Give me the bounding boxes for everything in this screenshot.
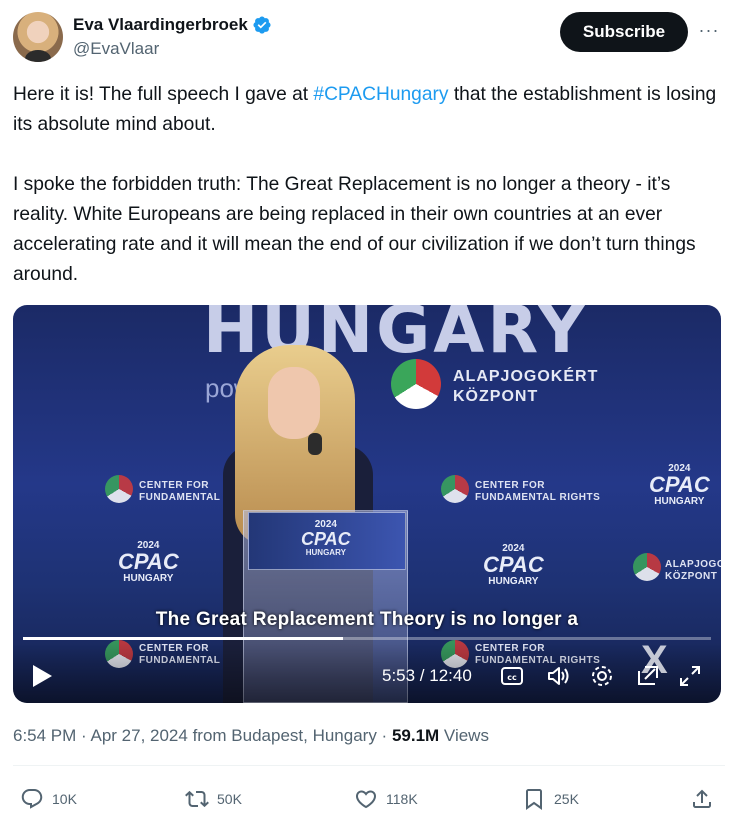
avatar[interactable]: [13, 12, 63, 62]
progress-bar[interactable]: [23, 637, 711, 640]
tweet-text: Here it is! The full speech I gave at #C…: [13, 80, 725, 290]
alapjogokert-logo: [391, 359, 441, 409]
play-icon[interactable]: [31, 664, 53, 688]
like-count: 118K: [386, 791, 418, 807]
cpac-word: CPAC: [301, 529, 351, 549]
volume-icon[interactable]: [545, 663, 571, 689]
cpac-country: HUNGARY: [123, 573, 174, 584]
cpac-logo: 2024 CPAC HUNGARY: [118, 540, 179, 584]
like-button[interactable]: 118K: [354, 787, 418, 811]
repost-icon: [185, 790, 209, 808]
repost-count: 50K: [217, 791, 242, 807]
cpac-country: HUNGARY: [654, 496, 705, 507]
bookmark-count: 25K: [554, 791, 579, 807]
wall-text-line: KÖZPONT: [665, 571, 718, 582]
author-handle[interactable]: @EvaVlaar: [73, 39, 159, 59]
reply-count: 10K: [52, 791, 77, 807]
wall-text-line: CENTER FOR: [475, 480, 545, 491]
hashtag-link[interactable]: #CPACHungary: [313, 84, 448, 105]
subscribe-button[interactable]: Subscribe: [560, 12, 688, 52]
wall-logo: [633, 553, 661, 581]
meta-separator: ·: [376, 726, 392, 745]
video-time: 5:53 / 12:40: [382, 666, 472, 685]
cpac-country: HUNGARY: [488, 576, 539, 587]
picture-in-picture-icon[interactable]: [635, 663, 661, 689]
heart-icon: [355, 790, 377, 809]
divider: [13, 765, 725, 766]
cpac-logo: 2024 CPAC HUNGARY: [649, 463, 710, 507]
captions-icon[interactable]: cc: [499, 663, 525, 689]
speaker-face: [268, 367, 320, 439]
wall-text-line: FUNDAMENTAL RIGHTS: [475, 492, 601, 503]
cpac-logo: 2024 CPAC HUNGARY: [301, 519, 351, 557]
reply-icon: [21, 789, 43, 809]
tweet-paragraph-1: Here it is! The full speech I gave at #C…: [13, 80, 725, 140]
cpac-word: CPAC: [118, 549, 179, 574]
wall-text-line: ALAPJOGOKÉRT: [665, 559, 721, 570]
video-subtitle: The Great Replacement Theory is no longe…: [155, 609, 579, 630]
bookmark-icon: [526, 789, 542, 810]
tweet-text-part: Here it is! The full speech I gave at: [13, 84, 314, 105]
cpac-logo: 2024 CPAC HUNGARY: [483, 543, 544, 587]
tweet-meta: 6:54 PM · Apr 27, 2024 from Budapest, Hu…: [13, 726, 489, 746]
podium-sign: 2024 CPAC HUNGARY: [248, 512, 406, 570]
repost-button[interactable]: 50K: [185, 787, 242, 811]
wall-logo: [105, 475, 133, 503]
verified-badge-icon: [253, 16, 271, 34]
microphone: [308, 433, 322, 455]
svg-text:cc: cc: [507, 673, 517, 682]
fullscreen-icon[interactable]: [677, 663, 703, 689]
alap-line-1: ALAPJOGOKÉRT: [453, 368, 599, 385]
cpac-word: CPAC: [483, 552, 544, 577]
alap-line-2: KÖZPONT: [453, 388, 539, 405]
wall-text: CENTER FOR FUNDAMENTAL: [139, 480, 220, 504]
more-options-icon[interactable]: ···: [697, 21, 721, 42]
meta-separator: ·: [76, 726, 91, 745]
share-icon: [693, 789, 711, 808]
video-player[interactable]: HUNGARY pow y ALAPJOGOKÉRT KÖZPONT CENTE…: [13, 305, 721, 703]
wall-text-line: CENTER FOR: [139, 480, 209, 491]
tweet-date[interactable]: Apr 27, 2024: [90, 726, 187, 745]
tweet-paragraph-2: I spoke the forbidden truth: The Great R…: [13, 174, 696, 285]
tweet-header: Eva Vlaardingerbroek @EvaVlaar Subscribe…: [13, 10, 723, 66]
tweet-location: from Budapest, Hungary: [187, 726, 377, 745]
author-name-row[interactable]: Eva Vlaardingerbroek: [73, 15, 272, 35]
wall-text: ALAPJOGOKÉRT KÖZPONT: [665, 559, 721, 583]
cpac-country: HUNGARY: [305, 548, 346, 557]
alapjogokert-text: ALAPJOGOKÉRT KÖZPONT: [453, 367, 598, 407]
reply-button[interactable]: 10K: [20, 787, 77, 811]
progress-fill: [23, 637, 343, 640]
author-display-name[interactable]: Eva Vlaardingerbroek: [73, 15, 248, 35]
views-label: Views: [439, 726, 489, 745]
cpac-word: CPAC: [649, 472, 710, 497]
wall-text-line: FUNDAMENTAL: [139, 492, 221, 503]
views-count: 59.1M: [391, 726, 440, 745]
settings-gear-icon[interactable]: [589, 663, 615, 689]
bookmark-button[interactable]: 25K: [522, 787, 579, 811]
wall-logo: [441, 475, 469, 503]
tweet-actions: 10K 50K 118K 25K: [0, 783, 735, 817]
wall-text: CENTER FOR FUNDAMENTAL RIGHTS: [475, 480, 600, 504]
share-button[interactable]: [690, 787, 714, 811]
tweet-time[interactable]: 6:54 PM: [13, 726, 76, 745]
